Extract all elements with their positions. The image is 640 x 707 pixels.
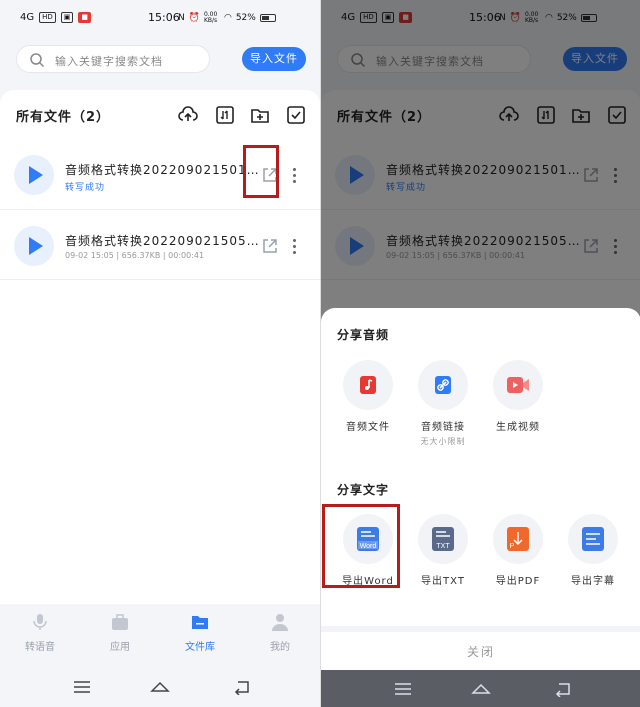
speed-indicator: 0.00KB/s [203, 11, 218, 24]
audio-link-option[interactable]: 音频链接 无大小限制 [408, 360, 478, 447]
tab-mine[interactable]: 我的 [250, 612, 310, 653]
more-icon[interactable] [293, 168, 297, 186]
tab-label: 文件库 [185, 642, 215, 653]
export-subtitle-option[interactable]: 导出字幕 [558, 514, 628, 587]
tab-label: 我的 [270, 642, 290, 653]
bottom-tab-bar: 转语音 应用 文件库 我的 [0, 604, 320, 664]
battery-text: 52% [235, 13, 256, 23]
tab-label: 转语音 [25, 642, 55, 653]
tab-label: 应用 [110, 642, 130, 653]
nfc-icon: N [178, 13, 185, 23]
folder-icon [192, 616, 208, 629]
music-note-icon [360, 376, 376, 394]
search-icon [30, 53, 45, 68]
option-label: 导出字幕 [571, 576, 615, 587]
pdf-file-icon: P [507, 527, 529, 551]
share-icon[interactable] [261, 237, 279, 255]
right-screen: 4G HD ▣ ■ 15:06 N ⏰ 0.00KB/s ◠ 52% 输入关键字… [320, 0, 640, 707]
app-notification-icon: ■ [78, 12, 92, 23]
close-button[interactable]: 关闭 [321, 626, 640, 670]
cloud-upload-icon[interactable] [178, 105, 198, 125]
tab-apps[interactable]: 应用 [90, 612, 150, 653]
search-placeholder: 输入关键字搜索文档 [55, 55, 163, 68]
wifi-icon: ◠ [223, 13, 232, 23]
option-label: 生成视频 [496, 422, 540, 433]
system-nav-bar [0, 667, 320, 707]
video-icon [507, 377, 529, 393]
signal-indicator: 4G [20, 12, 35, 23]
tab-voice[interactable]: 转语音 [10, 612, 70, 653]
home-icon[interactable] [150, 679, 170, 695]
highlight-box-word [322, 504, 400, 588]
highlight-box-share [243, 145, 279, 198]
briefcase-icon [112, 614, 128, 630]
menu-icon[interactable] [393, 681, 413, 697]
export-txt-option[interactable]: TXT 导出TXT [408, 514, 478, 587]
more-icon[interactable] [293, 239, 297, 257]
file-row[interactable]: 音频格式转换202209021505… 09-02 15:05 | 656.37… [0, 210, 320, 280]
mic-icon [33, 614, 47, 630]
alarm-icon: ⏰ [188, 13, 200, 23]
status-time: 15:06 [148, 11, 180, 24]
hd-badge: HD [39, 12, 56, 23]
tab-file-library[interactable]: 文件库 [170, 612, 230, 653]
play-icon[interactable] [14, 226, 54, 266]
person-icon [272, 614, 288, 631]
file-name: 音频格式转换202209021505… [65, 234, 260, 248]
file-list-card: 所有文件（2） 音频格式转换202209021501… 转写成功 音频格式转换2… [0, 90, 320, 605]
option-label: 导出TXT [421, 576, 465, 587]
txt-file-icon: TXT [432, 527, 454, 551]
share-text-title: 分享文字 [337, 483, 390, 497]
transcribe-status: 转写成功 [65, 183, 106, 193]
play-icon[interactable] [14, 155, 54, 195]
option-sublabel: 无大小限制 [420, 437, 466, 446]
battery-icon [259, 14, 276, 22]
option-label: 导出PDF [495, 576, 541, 587]
file-name: 音频格式转换202209021501… [65, 163, 260, 177]
system-nav-bar [321, 670, 640, 707]
file-meta: 09-02 15:05 | 656.37KB | 00:00:41 [65, 251, 205, 260]
generate-video-option[interactable]: 生成视频 [483, 360, 553, 433]
all-files-title: 所有文件（2） [16, 110, 111, 125]
share-bottom-sheet: 分享音频 音频文件 音频链接 无大小限制 生成视频 分享文字 Word 导出Wo… [321, 308, 640, 670]
option-label: 音频文件 [346, 422, 390, 433]
search-input[interactable]: 输入关键字搜索文档 [16, 45, 210, 73]
multi-select-icon[interactable] [286, 105, 306, 125]
back-icon[interactable] [553, 681, 573, 697]
export-pdf-option[interactable]: P 导出PDF [483, 514, 553, 587]
pdf-badge-text: P [510, 543, 515, 550]
back-icon[interactable] [232, 679, 252, 695]
new-folder-icon[interactable] [250, 105, 270, 125]
txt-badge-text: TXT [436, 543, 450, 550]
sort-icon[interactable] [215, 105, 235, 125]
home-icon[interactable] [471, 681, 491, 697]
menu-icon[interactable] [72, 679, 92, 695]
status-bar: 4G HD ▣ ■ 15:06 N ⏰ 0.00KB/s ◠ 52% [0, 0, 320, 36]
notification-icon: ▣ [60, 12, 74, 23]
share-audio-title: 分享音频 [337, 328, 390, 342]
import-file-button[interactable]: 导入文件 [242, 47, 306, 71]
audio-file-option[interactable]: 音频文件 [333, 360, 403, 433]
left-screen: 4G HD ▣ ■ 15:06 N ⏰ 0.00 KB/s ◠ 52% 输入关键字… [0, 0, 320, 707]
subtitle-file-icon [582, 527, 604, 551]
link-icon [435, 376, 451, 394]
option-label: 音频链接 [421, 422, 465, 433]
